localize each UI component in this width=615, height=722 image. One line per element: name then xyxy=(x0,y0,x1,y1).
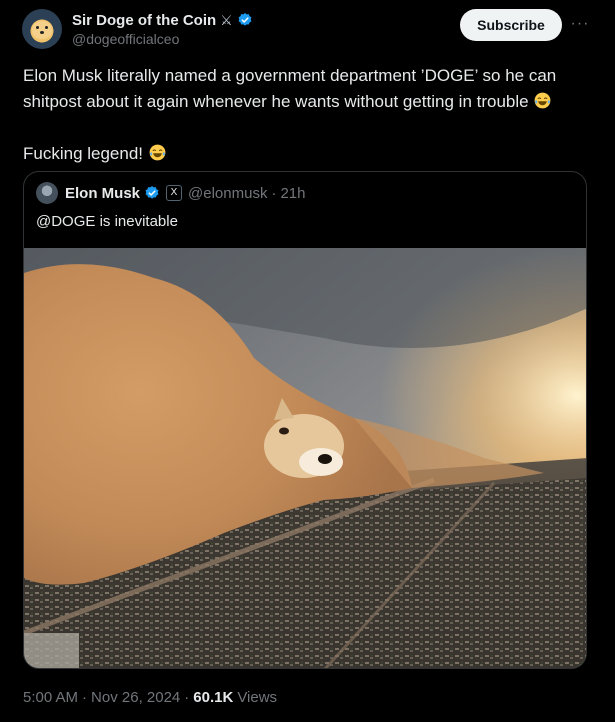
tweet-text-line2: Fucking legend! xyxy=(23,144,144,163)
views-label: Views xyxy=(237,689,278,706)
verified-badge-icon xyxy=(238,13,252,26)
tears-of-joy-emoji-icon xyxy=(534,92,551,109)
post-date[interactable]: Nov 26, 2024 xyxy=(91,689,180,706)
author-handle[interactable]: @dogeofficialceo xyxy=(72,31,179,47)
post-time[interactable]: 5:00 AM xyxy=(23,689,78,706)
avatar-eye-left xyxy=(36,26,39,29)
avatar-eye-right xyxy=(45,26,48,29)
separator-dot: · xyxy=(184,689,190,706)
separator-dot: · xyxy=(271,184,277,202)
tweet-text-line1: Elon Musk literally named a government d… xyxy=(23,66,561,111)
tears-of-joy-emoji-icon xyxy=(149,144,166,161)
quoted-tweet-time[interactable]: 21h xyxy=(280,185,305,202)
quoted-author-avatar[interactable] xyxy=(36,182,58,204)
quoted-author-name[interactable]: Elon Musk xyxy=(65,185,140,202)
tweet-post: Sir Doge of the Coin ⚔ @dogeofficialceo … xyxy=(0,0,615,722)
avatar-nose xyxy=(40,31,44,34)
verified-badge-icon xyxy=(145,186,159,199)
quoted-author-handle[interactable]: @elonmusk xyxy=(188,185,267,202)
subscribe-button[interactable]: Subscribe xyxy=(460,9,562,41)
tweet-footer: 5:00 AM · Nov 26, 2024 · 60.1K Views xyxy=(23,689,277,706)
warehouse-roofs xyxy=(24,633,79,668)
quoted-tweet-text: @DOGE is inevitable xyxy=(36,213,178,230)
x-affiliation-icon: X xyxy=(166,185,183,201)
quoted-tweet-header: Elon Musk X @elonmusk · 21h xyxy=(36,182,305,204)
author-avatar[interactable] xyxy=(22,9,62,49)
author-display-name[interactable]: Sir Doge of the Coin xyxy=(72,12,216,29)
quoted-tweet[interactable]: Elon Musk X @elonmusk · 21h @DOGE is ine… xyxy=(23,171,587,669)
quoted-tweet-image[interactable] xyxy=(24,248,587,669)
author-name-row[interactable]: Sir Doge of the Coin ⚔ xyxy=(72,10,253,30)
doge-face-shape xyxy=(32,21,52,39)
tweet-text: Elon Musk literally named a government d… xyxy=(23,63,593,167)
more-options-icon[interactable]: ··· xyxy=(570,14,590,34)
views-count[interactable]: 60.1K xyxy=(193,689,233,706)
crossed-swords-icon: ⚔ xyxy=(220,11,233,28)
separator-dot: · xyxy=(82,689,88,706)
